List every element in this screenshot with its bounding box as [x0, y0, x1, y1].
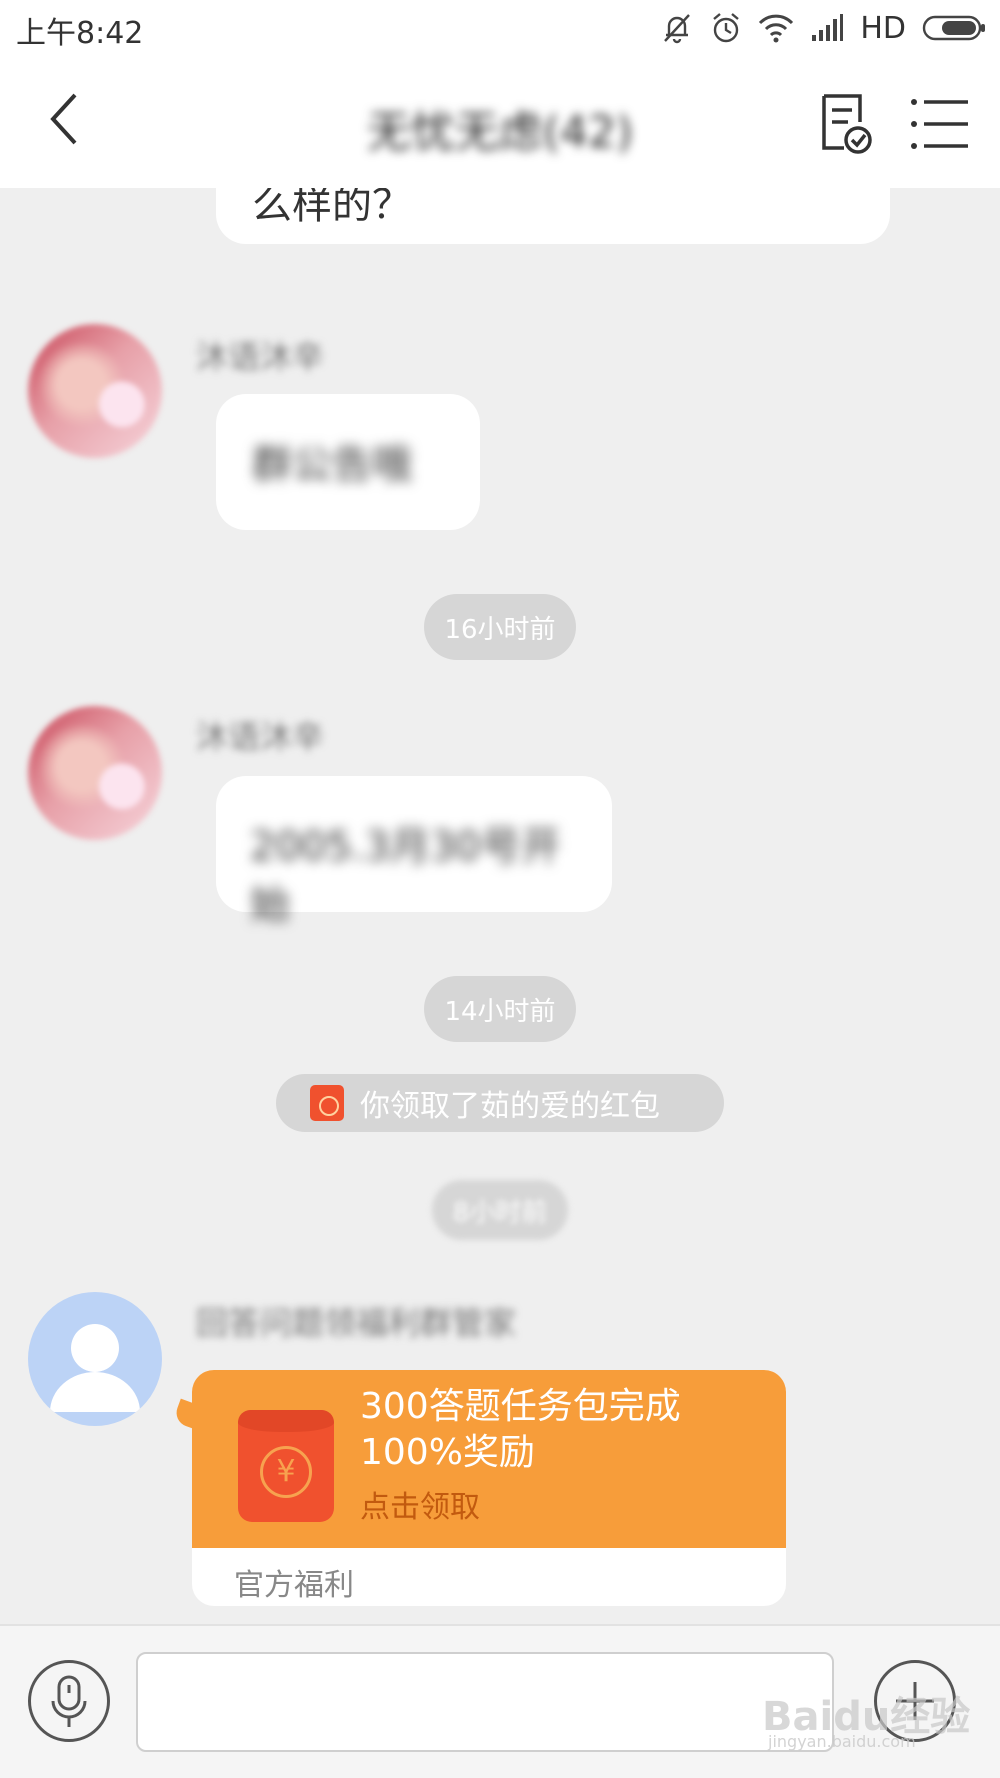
notice-icon	[822, 94, 872, 154]
timestamp-pill: 14小时前	[424, 976, 576, 1042]
red-packet-card[interactable]: ¥ 300答题任务包完成100%奖励 点击领取 官方福利	[192, 1370, 786, 1606]
message-bubble[interactable]: 群公告哦	[216, 394, 480, 530]
wifi-icon	[759, 14, 794, 43]
sender-name: 回答问题领福利群管家	[196, 1304, 517, 1342]
red-packet-notice: 你领取了茹的爱的红包	[276, 1074, 724, 1132]
alarm-icon	[713, 13, 740, 43]
back-arrow-icon	[50, 93, 77, 145]
red-packet-icon	[310, 1085, 344, 1121]
red-packet-title: 300答题任务包完成100%奖励	[360, 1386, 681, 1473]
menu-icon	[911, 99, 968, 149]
page-title: 无忧无虑(42)	[366, 107, 634, 158]
status-bar: 上午8:42 HD	[0, 0, 1000, 56]
watermark-url: jingyan.baidu.com	[768, 1732, 916, 1751]
timestamp-pill: 8小时前	[432, 1180, 568, 1240]
battery-icon	[922, 15, 985, 41]
sender-name: 沐语沐辛	[196, 338, 325, 376]
menu-button[interactable]	[910, 96, 970, 152]
notice-text: 你领取了茹的爱的红包	[360, 1089, 660, 1124]
network-label: HD	[860, 10, 906, 46]
message-input[interactable]	[136, 1652, 834, 1752]
signal-icon	[812, 14, 844, 41]
group-notice-button[interactable]	[818, 92, 874, 156]
message-text: 群公告哦	[252, 442, 412, 488]
timestamp-pill: 16小时前	[424, 594, 576, 660]
chat-area[interactable]: 么样的？ 沐语沐辛 群公告哦 16小时前 沐语沐辛 2005.3月30号开始 1…	[0, 188, 1000, 1624]
red-packet-action[interactable]: 点击领取	[360, 1482, 480, 1526]
microphone-icon	[51, 1675, 87, 1727]
mute-icon	[664, 14, 691, 44]
avatar[interactable]	[28, 706, 162, 840]
message-bubble[interactable]: 2005.3月30号开始	[216, 776, 612, 928]
red-packet-card-top[interactable]: ¥ 300答题任务包完成100%奖励 点击领取	[192, 1370, 786, 1548]
title-bar: 无忧无虑(42)	[0, 56, 1000, 188]
message-text: 2005.3月30号开始	[250, 824, 561, 928]
status-time: 上午8:42	[16, 16, 144, 51]
input-bar: Baidu经验 jingyan.baidu.com	[0, 1624, 1000, 1778]
message-text: 么样的？	[252, 188, 412, 228]
avatar[interactable]	[28, 324, 162, 458]
red-packet-footer: 官方福利	[234, 1568, 354, 1603]
message-bubble[interactable]: 么样的？	[216, 188, 890, 244]
back-button[interactable]	[30, 84, 100, 154]
avatar[interactable]	[28, 1292, 162, 1426]
status-icons: HD	[660, 10, 986, 46]
default-avatar-icon	[50, 1324, 140, 1412]
voice-button[interactable]	[28, 1660, 110, 1742]
yuan-coin-icon: ¥	[260, 1446, 312, 1498]
envelope-icon: ¥	[238, 1410, 334, 1522]
sender-name: 沐语沐辛	[196, 718, 325, 756]
